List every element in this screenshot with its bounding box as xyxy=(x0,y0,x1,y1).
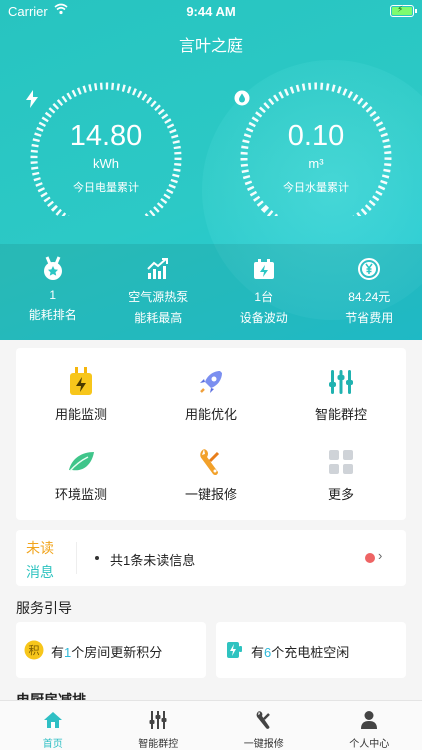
gauge-value: 0.10 xyxy=(287,120,345,152)
guide-card-charger[interactable]: 有6个充电桩空闲 xyxy=(216,622,406,678)
points-icon: 积 xyxy=(24,640,44,660)
stat-energy-rank[interactable]: 1 能耗排名 xyxy=(0,244,106,340)
sliders-icon xyxy=(276,366,406,398)
tab-label: 智能群控 xyxy=(138,739,179,750)
unread-notice[interactable]: 未读 消息 共1条未读信息 › xyxy=(16,530,406,586)
device-bolt-icon xyxy=(211,254,317,284)
grid-item-label: 环境监测 xyxy=(54,487,107,502)
tab-label: 个人中心 xyxy=(349,739,390,750)
wrench-icon xyxy=(211,710,317,730)
tab-label: 首页 xyxy=(42,739,63,750)
grid-item-group-control[interactable]: 智能群控 xyxy=(276,354,406,434)
tab-home[interactable]: 首页 xyxy=(0,701,106,750)
rocket-icon xyxy=(146,366,276,398)
home-icon xyxy=(0,710,106,730)
tab-quick-repair[interactable]: 一键报修 xyxy=(211,701,317,750)
grid-item-label: 更多 xyxy=(327,487,354,502)
notice-message: 共1条未读信息 xyxy=(110,553,196,568)
wrench-icon xyxy=(146,446,276,478)
grid-item-quick-repair[interactable]: 一键报修 xyxy=(146,434,276,514)
grid-item-label: 用能监测 xyxy=(54,407,107,422)
sliders-icon xyxy=(106,710,212,730)
page-title: 言叶之庭 xyxy=(178,38,243,55)
grid-item-label: 一键报修 xyxy=(184,487,237,502)
electricity-gauge[interactable]: 14.80 kWh 今日电量累计 xyxy=(24,76,188,216)
header-banner: Carrier 9:44 AM ⚡ 言叶之庭 14.80 kWh 今日电量累计 … xyxy=(0,0,422,340)
notice-divider xyxy=(76,542,77,574)
unread-badge xyxy=(365,553,375,563)
stat-label: 能耗最高 xyxy=(134,311,183,325)
stat-value: 1 xyxy=(49,288,57,302)
grid-item-energy-monitor[interactable]: 用能监测 xyxy=(16,354,146,434)
stat-value: 空气源热泵 xyxy=(128,290,189,304)
stat-label: 节省费用 xyxy=(345,311,394,325)
clock: 9:44 AM xyxy=(186,4,236,19)
stat-value: 84.24元 xyxy=(348,290,391,304)
stat-savings[interactable]: 84.24元 节省费用 xyxy=(317,244,422,340)
gauge-value: 14.80 xyxy=(69,120,143,152)
notice-tag-unread: 未读 xyxy=(26,540,54,556)
chevron-right-icon: › xyxy=(378,548,383,563)
grid-item-more[interactable]: 更多 xyxy=(276,434,406,514)
gauge-unit: kWh xyxy=(93,156,119,171)
gauge-unit: m³ xyxy=(308,156,324,171)
grid-item-label: 智能群控 xyxy=(314,407,367,422)
trend-chart-icon xyxy=(106,254,212,284)
gauge-label: 今日电量累计 xyxy=(73,182,139,194)
stat-highest-consumption[interactable]: 空气源热泵 能耗最高 xyxy=(106,244,212,340)
bullet-dot xyxy=(95,556,99,560)
service-guide-title: 服务引导 xyxy=(16,600,72,616)
grid-item-label: 用能优化 xyxy=(184,407,237,422)
plug-icon xyxy=(16,366,146,398)
tab-label: 一键报修 xyxy=(243,739,284,750)
function-grid: 用能监测 用能优化 智能群控 环境监测 一键报修 更多 xyxy=(16,348,406,520)
stat-label: 能耗排名 xyxy=(28,308,77,322)
stat-label: 设备波动 xyxy=(239,311,288,325)
svg-text:积: 积 xyxy=(29,644,40,657)
user-icon xyxy=(317,710,422,730)
grid-item-environment-monitor[interactable]: 环境监测 xyxy=(16,434,146,514)
yen-coin-icon xyxy=(317,254,422,284)
notice-tag-message: 消息 xyxy=(26,564,54,580)
water-gauge[interactable]: 0.10 m³ 今日水量累计 xyxy=(234,76,398,216)
medal-icon xyxy=(0,254,106,284)
stats-strip: 1 能耗排名 空气源热泵 能耗最高 1台 设备波动 84.24元 节省费用 xyxy=(0,244,422,340)
charger-icon xyxy=(224,640,244,660)
more-grid-icon xyxy=(276,446,406,478)
tab-profile[interactable]: 个人中心 xyxy=(317,701,422,750)
tab-group-control[interactable]: 智能群控 xyxy=(106,701,212,750)
grid-item-energy-optimize[interactable]: 用能优化 xyxy=(146,354,276,434)
battery-icon: ⚡ xyxy=(390,4,417,17)
stat-device-fluctuation[interactable]: 1台 设备波动 xyxy=(211,244,317,340)
tab-bar: 首页 智能群控 一键报修 个人中心 xyxy=(0,700,422,750)
guide-card-points[interactable]: 积 有1个房间更新积分 xyxy=(16,622,206,678)
leaf-icon xyxy=(16,446,146,478)
guide-text: 有1个房间更新积分 xyxy=(51,645,163,660)
guide-text: 有6个充电桩空闲 xyxy=(251,645,350,660)
stat-value: 1台 xyxy=(254,290,274,304)
status-bar: Carrier 9:44 AM ⚡ xyxy=(0,0,422,24)
gauge-label: 今日水量累计 xyxy=(283,182,349,194)
